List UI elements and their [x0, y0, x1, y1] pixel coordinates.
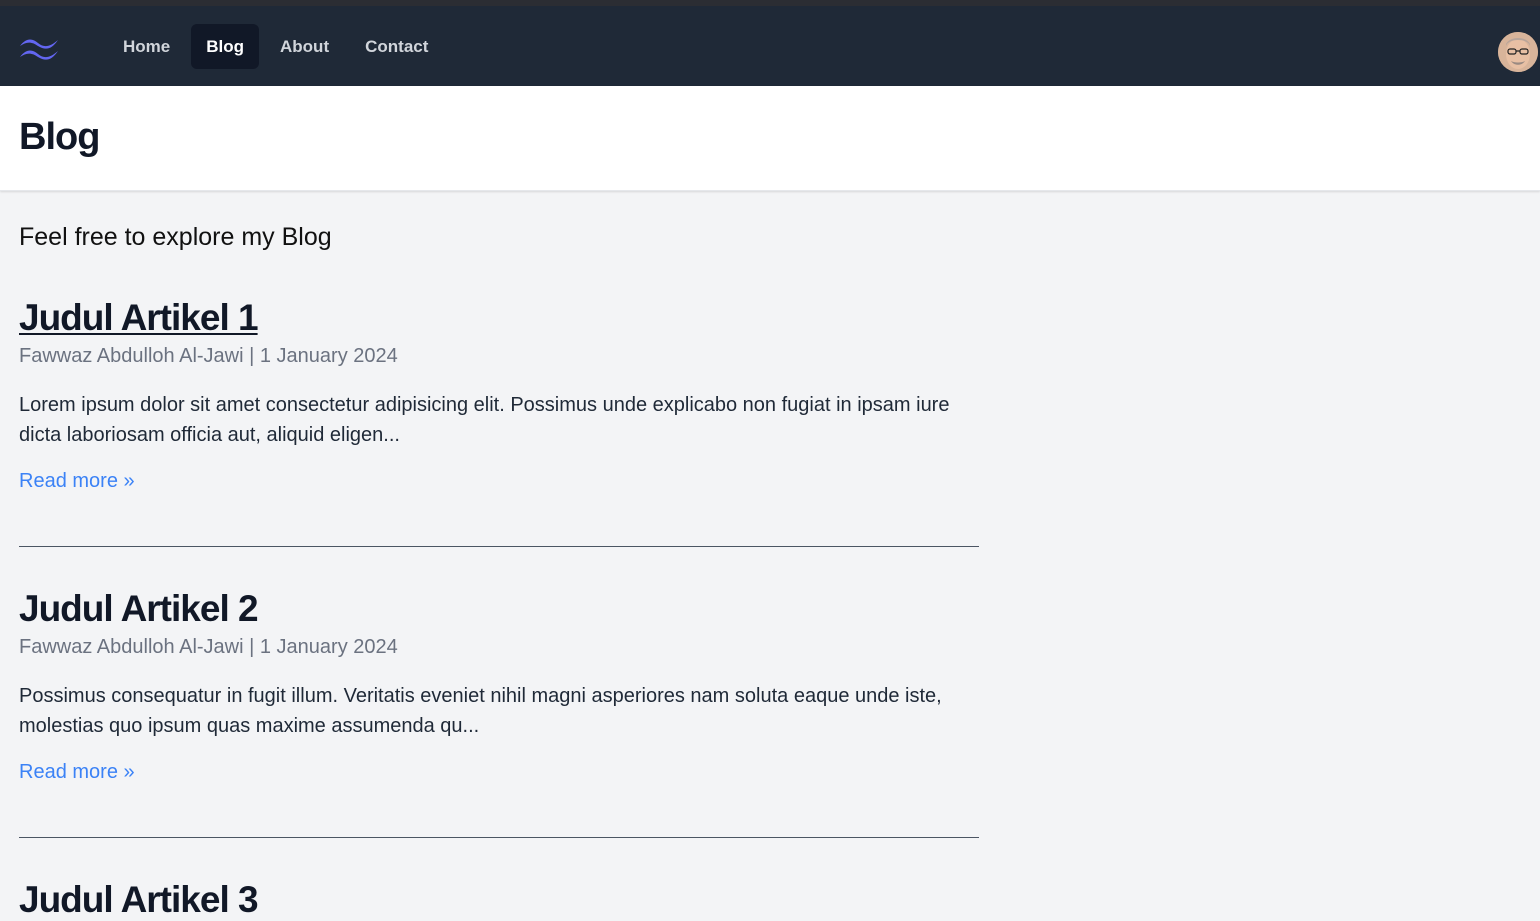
- article-excerpt: Lorem ipsum dolor sit amet consectetur a…: [19, 394, 950, 446]
- article-title[interactable]: Judul Artikel 1: [19, 297, 979, 339]
- article-card: Judul Artikel 1 Fawwaz Abdulloh Al-Jawi …: [19, 297, 979, 493]
- read-more-link[interactable]: Read more »: [19, 761, 135, 784]
- nav-link-blog[interactable]: Blog: [191, 24, 260, 69]
- top-navbar: Home Blog About Contact: [0, 6, 1540, 86]
- nav-link-contact[interactable]: Contact: [350, 24, 443, 69]
- article-card: Judul Artikel 3: [19, 879, 979, 921]
- article-divider: [19, 546, 979, 547]
- article-title[interactable]: Judul Artikel 3: [19, 879, 979, 921]
- article-meta: Fawwaz Abdulloh Al-Jawi | 1 January 2024: [19, 636, 398, 658]
- user-avatar[interactable]: [1498, 32, 1538, 72]
- page-title: Blog: [19, 116, 100, 158]
- tailwind-wave-icon[interactable]: [18, 33, 60, 63]
- avatar-portrait-icon: [1498, 32, 1538, 72]
- article-meta: Fawwaz Abdulloh Al-Jawi | 1 January 2024: [19, 345, 398, 367]
- nav-link-about[interactable]: About: [265, 24, 344, 69]
- article-excerpt: Possimus consequatur in fugit illum. Ver…: [19, 685, 942, 737]
- article-title[interactable]: Judul Artikel 2: [19, 588, 979, 630]
- read-more-link[interactable]: Read more »: [19, 470, 135, 493]
- article-divider: [19, 837, 979, 838]
- intro-text: Feel free to explore my Blog: [19, 223, 332, 251]
- nav-links: Home Blog About Contact: [108, 24, 449, 69]
- page-header: Blog: [0, 86, 1540, 191]
- article-card: Judul Artikel 2 Fawwaz Abdulloh Al-Jawi …: [19, 588, 979, 784]
- nav-link-home[interactable]: Home: [108, 24, 185, 69]
